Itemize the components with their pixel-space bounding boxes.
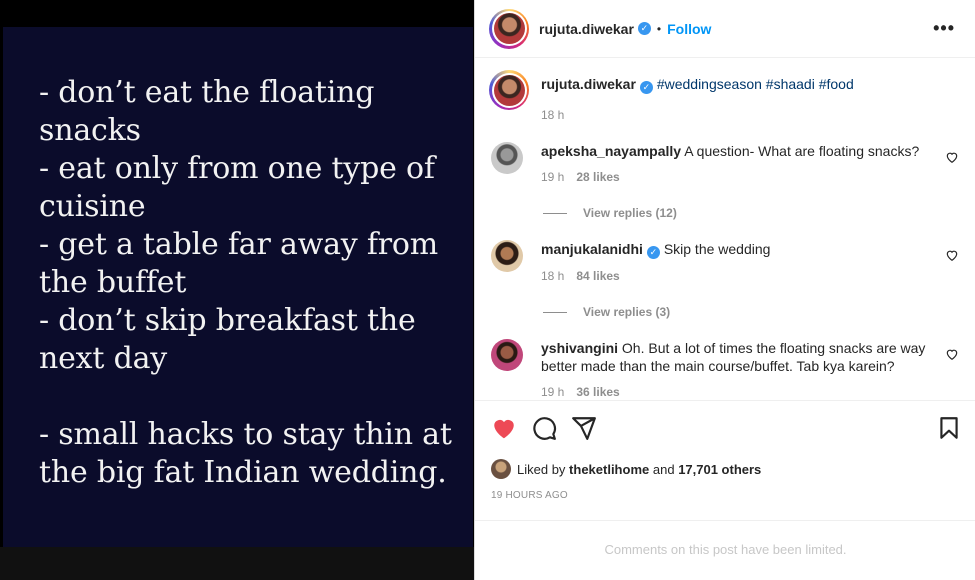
comment-item: apeksha_nayampally A question- What are … [489,142,961,186]
commenter-avatar[interactable] [491,142,523,174]
likes-count[interactable]: 17,701 others [678,462,761,477]
likes-summary: Liked by theketlihome and 17,701 others [491,459,761,479]
verified-icon: ✓ [646,246,660,259]
commenter-avatar[interactable] [491,339,523,371]
author-avatar[interactable] [489,8,529,49]
caption: rujuta.diwekar ✓ #weddingseason #shaadi #… [489,70,961,122]
comment-item: manjukalanidhi ✓ Skip the wedding 18 h 84 … [489,240,961,285]
comment-likes[interactable]: 28 likes [576,170,619,184]
comment-like-icon[interactable] [945,150,959,164]
comments-list[interactable]: rujuta.diwekar ✓ #weddingseason #shaadi #… [475,58,975,398]
view-replies-button[interactable]: View replies (12) [543,206,961,220]
comment-username[interactable]: apeksha_nayampally [541,143,681,159]
comment-likes[interactable]: 84 likes [576,269,619,283]
caption-time[interactable]: 18 h [541,108,854,122]
comment-text: A question- What are floating snacks? [684,143,920,159]
view-replies-button[interactable]: View replies (3) [543,305,961,319]
separator-dot: • [656,21,662,36]
liker-username[interactable]: theketlihome [569,462,649,477]
post-media: - don’t eat the floating snacks - eat on… [0,0,474,580]
likes-prefix: Liked by [517,461,566,477]
comment-time[interactable]: 18 h [541,269,564,283]
comment-like-icon[interactable] [945,347,959,361]
view-replies-label: View replies (3) [583,305,671,319]
more-options-icon[interactable]: ••• [933,18,955,39]
caption-hashtags[interactable]: #weddingseason #shaadi #food [657,76,854,92]
post-actions: Liked by theketlihome and 17,701 others … [475,400,975,520]
post-side-panel: rujuta.diwekar ✓ • Follow ••• rujuta.diw… [474,0,975,580]
caption-username[interactable]: rujuta.diwekar [541,76,636,92]
commenter-avatar[interactable] [491,240,523,272]
view-replies-label: View replies (12) [583,206,677,220]
comment-icon[interactable] [531,415,557,441]
post-image[interactable]: - don’t eat the floating snacks - eat on… [3,27,473,547]
comment-item: yshivangini Oh. But a lot of times the f… [489,339,961,398]
author-username[interactable]: rujuta.diwekar [539,21,634,37]
comments-limited-notice: Comments on this post have been limited. [475,520,975,580]
liker-avatar[interactable] [491,459,511,479]
post-image-text: - don’t eat the floating snacks - eat on… [39,75,452,490]
comment-time[interactable]: 19 h [541,170,564,184]
like-heart-icon[interactable] [491,415,517,441]
media-bottom-bar [0,547,474,580]
comment-username[interactable]: manjukalanidhi [541,241,643,257]
follow-button[interactable]: Follow [667,21,711,37]
likes-and: and [652,461,675,477]
comment-likes[interactable]: 36 likes [576,385,619,398]
comment-username[interactable]: yshivangini [541,340,618,356]
comment-time[interactable]: 19 h [541,385,564,398]
share-icon[interactable] [571,415,597,441]
comment-text: Skip the wedding [663,241,771,257]
save-bookmark-icon[interactable] [936,415,962,441]
post-timestamp[interactable]: 19 HOURS AGO [491,490,568,501]
comment-like-icon[interactable] [945,248,959,262]
verified-icon: ✓ [637,22,651,35]
caption-avatar[interactable] [489,70,529,110]
post-header: rujuta.diwekar ✓ • Follow ••• [475,0,975,58]
verified-icon: ✓ [639,81,653,94]
